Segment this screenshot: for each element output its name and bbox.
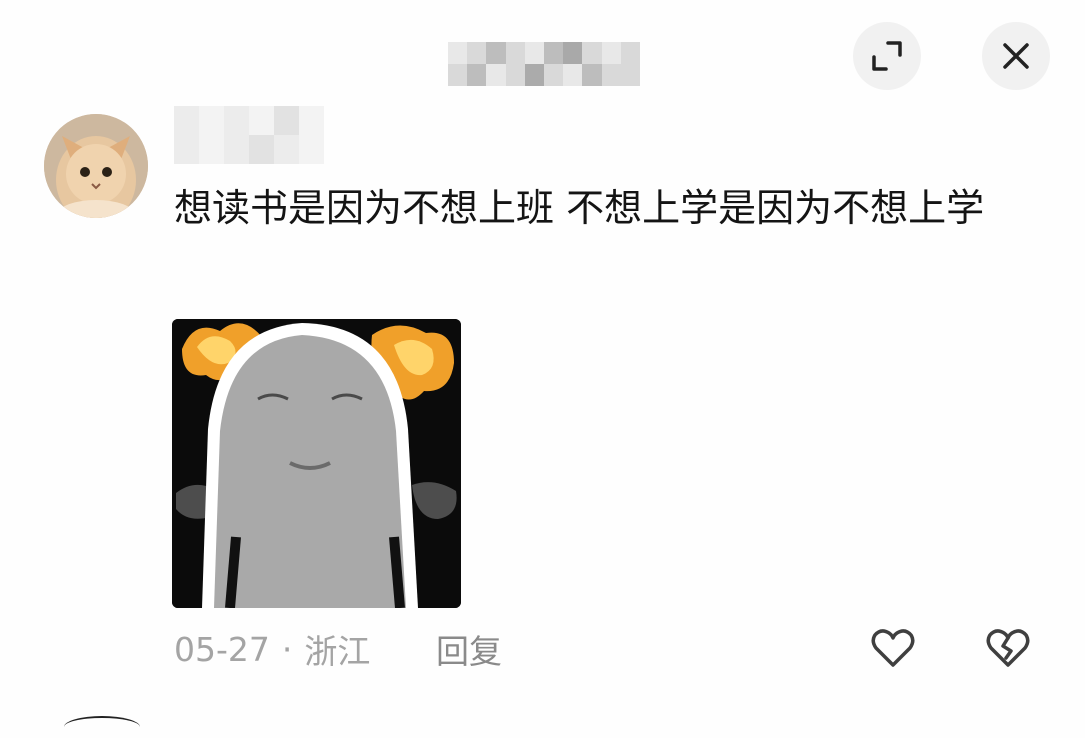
dislike-button[interactable] xyxy=(984,624,1032,672)
close-button[interactable] xyxy=(982,22,1050,90)
heart-icon xyxy=(871,629,915,667)
avatar[interactable] xyxy=(44,114,148,218)
comment-date: 05-27 xyxy=(174,629,270,669)
next-comment-avatar-edge xyxy=(64,716,140,738)
reply-button[interactable]: 回复 xyxy=(436,626,502,672)
username-blurred[interactable] xyxy=(174,106,324,164)
dialog-title-blurred xyxy=(448,42,640,86)
expand-arrows-icon xyxy=(872,41,902,71)
comment-sticker-image[interactable] xyxy=(172,319,461,608)
broken-heart-icon xyxy=(986,629,1030,667)
meta-separator: · xyxy=(281,629,293,669)
gray-figure-sticker-icon xyxy=(172,319,461,608)
cat-avatar-icon xyxy=(44,114,148,218)
comment-meta: 05-27 · 浙江 xyxy=(174,626,370,672)
expand-button[interactable] xyxy=(853,22,921,90)
close-icon xyxy=(1003,43,1029,69)
comment-text: 想读书是因为不想上班 不想上学是因为不想上学 xyxy=(174,186,985,230)
like-button[interactable] xyxy=(869,624,917,672)
comment-location: 浙江 xyxy=(304,632,371,671)
